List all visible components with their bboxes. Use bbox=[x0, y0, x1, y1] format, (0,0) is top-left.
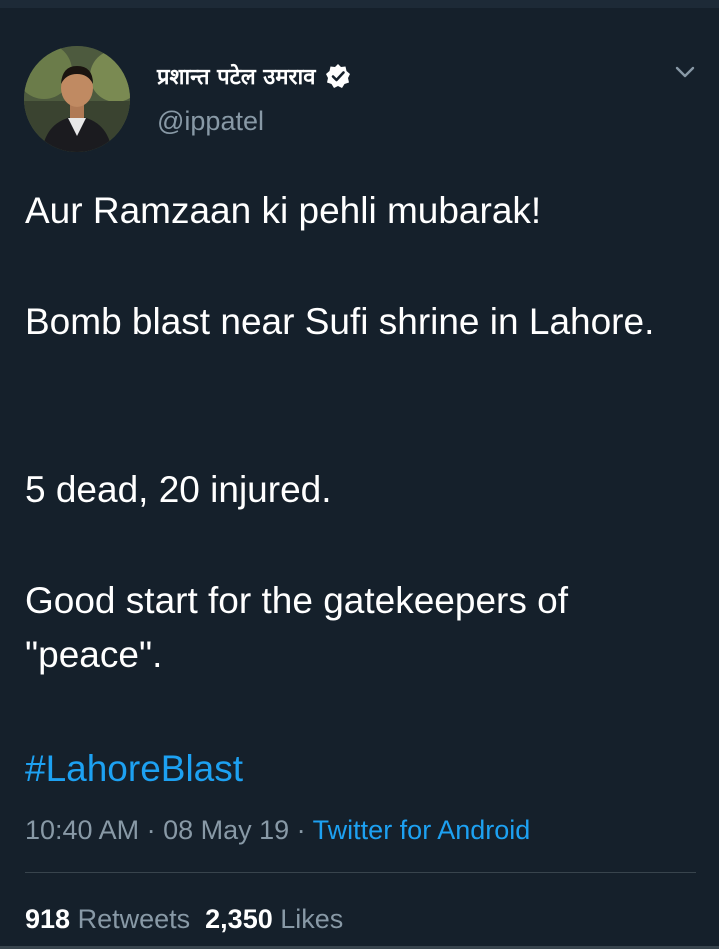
avatar[interactable] bbox=[24, 46, 130, 152]
hashtag-link[interactable]: #LahoreBlast bbox=[25, 744, 243, 794]
divider bbox=[25, 872, 696, 873]
avatar-photo bbox=[24, 46, 130, 152]
tweet-card: प्रशान्त पटेल उमराव @ippatel Aur Ramzaan… bbox=[0, 8, 719, 949]
tweet-time[interactable]: 10:40 AM bbox=[25, 815, 139, 845]
tweet-metadata: 10:40 AM · 08 May 19 · Twitter for Andro… bbox=[25, 812, 530, 848]
chevron-down-icon[interactable] bbox=[672, 62, 698, 82]
top-border bbox=[0, 0, 719, 8]
likes-stat[interactable]: 2,350 Likes bbox=[205, 904, 343, 934]
author-row: प्रशान्त पटेल उमराव bbox=[157, 56, 351, 96]
tweet-text-line: Bomb blast near Sufi shrine in Lahore. bbox=[25, 301, 655, 342]
likes-count: 2,350 bbox=[205, 904, 273, 934]
retweets-label: Retweets bbox=[77, 904, 191, 934]
author-handle[interactable]: @ippatel bbox=[157, 106, 264, 137]
engagement-stats: 918 Retweets 2,350 Likes bbox=[25, 901, 343, 937]
retweets-count: 918 bbox=[25, 904, 71, 934]
likes-label: Likes bbox=[280, 904, 344, 934]
separator-dot: · bbox=[289, 815, 313, 845]
verified-badge-icon bbox=[325, 63, 351, 89]
tweet-date[interactable]: 08 May 19 bbox=[163, 815, 289, 845]
tweet-source-link[interactable]: Twitter for Android bbox=[313, 815, 531, 845]
tweet-text-line: Aur Ramzaan ki pehli mubarak! bbox=[25, 190, 542, 231]
author-name[interactable]: प्रशान्त पटेल उमराव bbox=[157, 61, 315, 91]
tweet-text-line: Good start for the gatekeepers of "peace… bbox=[25, 580, 568, 675]
retweets-stat[interactable]: 918 Retweets bbox=[25, 904, 190, 934]
separator-dot: · bbox=[139, 815, 164, 845]
tweet-text-line: 5 dead, 20 injured. bbox=[25, 469, 332, 510]
